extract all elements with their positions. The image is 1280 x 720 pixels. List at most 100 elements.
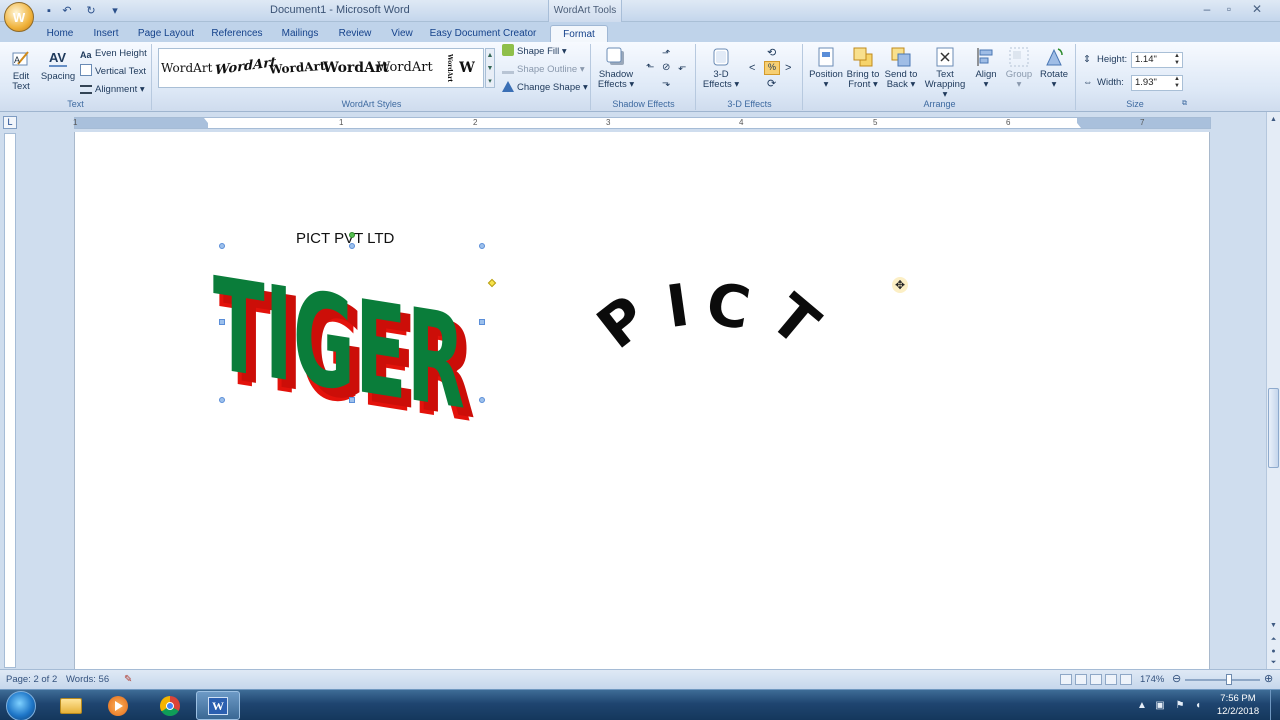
wordart-style-1[interactable]: WordArt [161, 53, 212, 83]
handle-bottom-middle[interactable] [349, 397, 355, 403]
media-player-taskbar-icon[interactable] [96, 691, 140, 720]
threed-toggle-icon[interactable]: % [764, 61, 780, 75]
even-height-button[interactable]: Aa Even Height [80, 46, 147, 62]
handle-bottom-left[interactable] [219, 397, 225, 403]
zoom-level[interactable]: 174% [1140, 674, 1164, 685]
tab-selector[interactable]: L [3, 116, 17, 129]
tab-mailings[interactable]: Mailings [276, 25, 324, 42]
proofing-icon[interactable]: ✎ [124, 674, 132, 685]
wordart-style-7[interactable]: W [453, 53, 481, 83]
customize-qat-icon[interactable]: ▾ [108, 4, 122, 18]
rotate-button[interactable]: Rotate ▾ [1036, 46, 1072, 90]
change-shape-button[interactable]: Change Shape ▾ [502, 80, 588, 96]
text-wrapping-button[interactable]: Text Wrapping ▾ [922, 46, 968, 100]
wordart-style-5[interactable]: WordArt [377, 53, 433, 83]
shape-fill-button[interactable]: Shape Fill ▾ [502, 44, 567, 60]
wordart-style-4[interactable]: WordArt [323, 53, 389, 83]
wordart-style-2[interactable]: WordArt [215, 49, 276, 86]
show-desktop-button[interactable] [1270, 690, 1280, 720]
tab-page-layout[interactable]: Page Layout [136, 25, 196, 42]
nudge-left-icon[interactable]: ⬑ [646, 62, 654, 73]
handle-middle-left[interactable] [219, 319, 225, 325]
handle-bottom-right[interactable] [479, 397, 485, 403]
shape-outline-button[interactable]: Shape Outline ▾ [502, 62, 585, 78]
spacing-button[interactable]: AV Spacing [40, 48, 76, 82]
tilt-left-icon[interactable]: < [749, 62, 755, 74]
group-button[interactable]: Group ▾ [1002, 46, 1036, 90]
nudge-right-icon[interactable]: ⬐ [678, 62, 686, 73]
tab-format[interactable]: Format [550, 25, 608, 42]
show-hidden-icons-icon[interactable]: ▲ [1136, 700, 1148, 712]
tilt-up-icon[interactable]: ⟲ [767, 46, 776, 59]
tilt-right-icon[interactable]: > [785, 62, 791, 74]
file-explorer-taskbar-icon[interactable] [50, 691, 94, 720]
network-icon[interactable]: ▣ [1154, 700, 1166, 712]
width-field[interactable]: 1.93" ▲ ▼ [1131, 75, 1183, 91]
edit-text-button[interactable]: A Edit Text [4, 48, 38, 92]
outline-view-icon[interactable] [1105, 674, 1117, 685]
scroll-thumb[interactable] [1268, 388, 1279, 468]
nudge-down-icon[interactable]: ⬎ [662, 78, 670, 89]
horizontal-ruler[interactable]: 1 1 2 3 4 5 6 7 [73, 117, 1211, 129]
nudge-up-icon[interactable]: ⬏ [662, 48, 670, 59]
volume-icon[interactable]: ◖ [1192, 700, 1204, 712]
web-layout-icon[interactable] [1090, 674, 1102, 685]
office-button[interactable]: W [4, 2, 34, 32]
undo-icon[interactable]: ↶ [60, 4, 74, 18]
chrome-taskbar-icon[interactable] [148, 691, 192, 720]
size-dialog-launcher-icon[interactable]: ⧉ [1182, 100, 1187, 108]
handle-top-middle[interactable] [349, 243, 355, 249]
tab-easy-document-creator[interactable]: Easy Document Creator [428, 25, 538, 42]
maximize-icon[interactable]: ▫ [1218, 1, 1240, 17]
zoom-out-icon[interactable]: ⊖ [1172, 672, 1181, 685]
word-taskbar-icon[interactable]: W [196, 691, 240, 720]
position-button[interactable]: Position ▾ [806, 46, 846, 90]
threed-effects-button[interactable]: 3-D Effects ▾ [701, 46, 741, 90]
width-spinner-icon[interactable]: ▲ ▼ [1174, 76, 1180, 90]
tab-home[interactable]: Home [42, 25, 78, 42]
minimize-icon[interactable]: – [1196, 1, 1218, 17]
align-button[interactable]: Align ▾ [970, 46, 1002, 90]
previous-page-icon[interactable]: ⏶ [1268, 634, 1279, 645]
scroll-up-icon[interactable]: ▲ [1268, 114, 1279, 125]
close-icon[interactable]: ✕ [1246, 1, 1268, 17]
shadow-toggle-icon[interactable]: ⊘ [662, 62, 670, 73]
save-icon[interactable]: ▪ [42, 4, 56, 18]
wordart-pict-arch[interactable]: P I C T [575, 269, 865, 382]
zoom-slider[interactable] [1185, 679, 1260, 681]
vertical-text-button[interactable]: Vertical Text [80, 64, 146, 80]
tab-review[interactable]: Review [334, 25, 376, 42]
clock-date[interactable]: 12/2/2018 [1210, 706, 1266, 717]
flag-icon[interactable]: ⚑ [1174, 700, 1186, 712]
height-field[interactable]: 1.14" ▲ ▼ [1131, 52, 1183, 68]
zoom-slider-thumb[interactable] [1226, 674, 1232, 685]
tab-insert[interactable]: Insert [88, 25, 124, 42]
bring-to-front-button[interactable]: Bring to Front ▾ [844, 46, 882, 90]
rotation-handle[interactable] [349, 232, 355, 238]
start-button[interactable] [6, 691, 36, 720]
vertical-scrollbar[interactable]: ▲ ▼ ⏶ ● ⏷ [1266, 112, 1280, 669]
tab-references[interactable]: References [208, 25, 266, 42]
first-line-indent-marker[interactable] [204, 118, 212, 123]
redo-icon[interactable]: ↻ [84, 4, 98, 18]
draft-view-icon[interactable] [1120, 674, 1132, 685]
clock-time[interactable]: 7:56 PM [1210, 693, 1266, 704]
handle-top-right[interactable] [479, 243, 485, 249]
wordart-style-6[interactable]: WordArt [429, 53, 453, 83]
print-layout-view-icon[interactable] [1060, 674, 1072, 685]
right-indent-marker[interactable] [1073, 123, 1081, 128]
handle-top-left[interactable] [219, 243, 225, 249]
vertical-ruler[interactable] [4, 133, 16, 668]
full-screen-reading-icon[interactable] [1075, 674, 1087, 685]
select-browse-object-icon[interactable]: ● [1268, 646, 1279, 657]
next-page-icon[interactable]: ⏷ [1268, 657, 1279, 668]
word-count[interactable]: Words: 56 [66, 674, 109, 685]
shadow-effects-button[interactable]: Shadow Effects ▾ [596, 46, 636, 90]
tab-view[interactable]: View [386, 25, 418, 42]
zoom-in-icon[interactable]: ⊕ [1264, 672, 1273, 685]
scroll-down-icon[interactable]: ▼ [1268, 620, 1279, 631]
wordart-style-3[interactable]: WordArt [268, 51, 326, 84]
document-page[interactable]: PICT PVT LTD TIGER TIGER TIGER P I C T ✥ [74, 132, 1210, 669]
tilt-down-icon[interactable]: ⟳ [767, 77, 776, 90]
alignment-button[interactable]: Alignment ▾ [80, 82, 145, 98]
